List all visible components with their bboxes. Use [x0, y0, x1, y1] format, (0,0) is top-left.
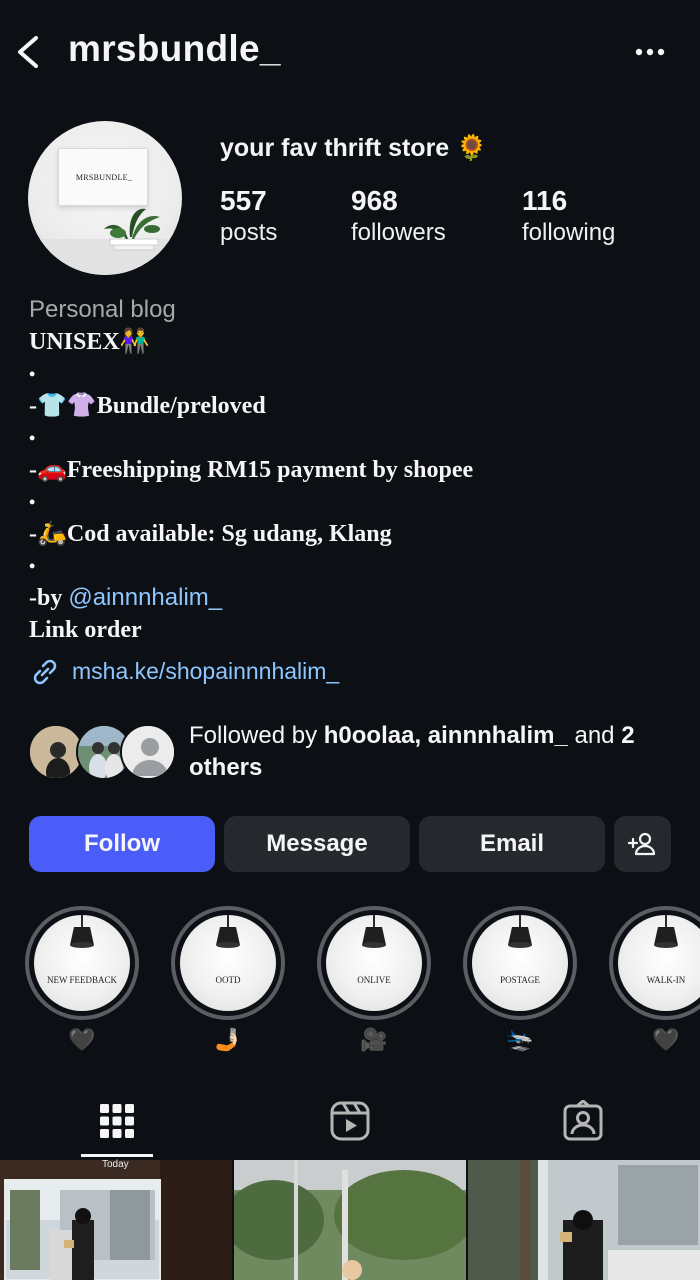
- highlight-title: 🤳🏻: [214, 1027, 242, 1052]
- tagged-icon: [563, 1100, 603, 1141]
- posts-count-label: posts: [220, 219, 278, 246]
- lamp-icon: [508, 915, 532, 948]
- followers-count-value: 968: [351, 185, 398, 216]
- profile-page: mrsbundle_ MRSBUNDLE_ your fav thrift st…: [0, 0, 700, 1280]
- bio-by-prefix: -by: [29, 585, 69, 611]
- followers-count-label: followers: [351, 219, 446, 246]
- bio-link-label: Link order: [29, 617, 142, 643]
- bio-line: •: [29, 364, 36, 384]
- bio-category: Personal blog: [29, 296, 176, 323]
- tab-reels[interactable]: [233, 1092, 466, 1156]
- avatar-sign: MRSBUNDLE_: [58, 148, 148, 206]
- tab-posts-grid[interactable]: [0, 1092, 233, 1156]
- highlight-ootd[interactable]: OOTD 🤳🏻: [171, 906, 285, 1054]
- highlight-ring: POSTAGE: [463, 906, 577, 1020]
- bio-line: -🛵Cod available: Sg udang, Klang: [29, 521, 392, 547]
- bio-line: •: [29, 428, 36, 448]
- followed-by-text[interactable]: Followed by h0oolaa, ainnnhalim_ and 2 o…: [189, 720, 679, 784]
- highlight-walk-in[interactable]: WALK-IN 🖤: [609, 906, 700, 1054]
- highlight-cover-text: ONLIVE: [357, 975, 391, 985]
- highlight-cover: WALK-IN: [618, 915, 700, 1011]
- highlight-ring: NEW FEEDBACK: [25, 906, 139, 1020]
- top-bar: mrsbundle_: [0, 0, 700, 104]
- followed-by-user: ainnnhalim_: [427, 722, 568, 749]
- avatar-sign-text: MRSBUNDLE_: [75, 173, 133, 182]
- following-count[interactable]: 116 following: [522, 184, 615, 248]
- highlight-cover-text: POSTAGE: [500, 975, 540, 985]
- follow-button[interactable]: Follow: [29, 816, 215, 872]
- post-thumbnail[interactable]: [0, 1160, 232, 1280]
- grid-icon: [100, 1104, 134, 1138]
- profile-display-name: your fav thrift store 🌻: [220, 134, 488, 162]
- followed-by-separator: ,: [414, 722, 428, 749]
- link-icon: [33, 659, 57, 685]
- add-user-icon: [627, 832, 656, 856]
- highlight-cover: OOTD: [180, 915, 276, 1011]
- highlight-new-feedback[interactable]: NEW FEEDBACK 🖤: [25, 906, 139, 1054]
- message-button[interactable]: Message: [224, 816, 410, 872]
- bio-line: •: [29, 492, 36, 512]
- profile-username: mrsbundle_: [68, 28, 281, 69]
- more-horizontal-icon[interactable]: [632, 42, 668, 62]
- following-count-value: 116: [522, 185, 568, 216]
- highlight-ring: WALK-IN: [609, 906, 700, 1020]
- followed-by-user: h0oolaa: [323, 722, 415, 749]
- highlight-cover: POSTAGE: [472, 915, 568, 1011]
- followed-by-prefix: Followed by: [189, 722, 324, 749]
- bio-line: -👕👚Bundle/preloved: [29, 393, 266, 419]
- chevron-left-icon[interactable]: [14, 34, 42, 70]
- bio-line: UNISEX👫: [29, 329, 150, 355]
- suggest-users-button[interactable]: [614, 816, 671, 872]
- highlight-title: 🎥: [360, 1027, 388, 1052]
- highlight-ring: ONLIVE: [317, 906, 431, 1020]
- highlight-postage[interactable]: POSTAGE 🛬: [463, 906, 577, 1054]
- active-tab-indicator: [81, 1154, 153, 1157]
- bio-line: •: [29, 556, 36, 576]
- highlight-cover-text: NEW FEEDBACK: [46, 975, 118, 985]
- following-count-label: following: [522, 219, 616, 246]
- lamp-icon: [70, 915, 94, 948]
- highlight-title: 🖤: [68, 1027, 96, 1052]
- post-thumbnail[interactable]: [468, 1160, 700, 1280]
- followers-count[interactable]: 968 followers: [351, 184, 446, 248]
- bio-by-line: -by @ainnnhalim_: [29, 582, 689, 614]
- bio: UNISEX👫 • -👕👚Bundle/preloved • -🚗Freeshi…: [29, 326, 689, 646]
- highlight-cover: ONLIVE: [326, 915, 422, 1011]
- highlight-cover-text: OOTD: [215, 975, 241, 985]
- post-thumbnail[interactable]: [234, 1160, 466, 1280]
- email-button[interactable]: Email: [419, 816, 605, 872]
- highlight-title: 🖤: [652, 1027, 680, 1052]
- highlight-title: 🛬: [506, 1027, 534, 1052]
- lamp-icon: [654, 915, 678, 948]
- highlight-onlive[interactable]: ONLIVE 🎥: [317, 906, 431, 1054]
- lamp-icon: [362, 915, 386, 948]
- story-date-label: Today: [102, 1159, 129, 1170]
- posts-count[interactable]: 557 posts: [220, 184, 277, 248]
- mutual-follower-avatar[interactable]: [120, 724, 176, 780]
- tab-tagged[interactable]: [466, 1092, 699, 1156]
- bio-link-url[interactable]: msha.ke/shopainnnhalim_: [72, 658, 339, 685]
- followed-by-and: and: [567, 722, 622, 749]
- bio-mention-link[interactable]: @ainnnhalim_: [68, 584, 222, 611]
- reels-icon: [330, 1101, 370, 1141]
- posts-count-value: 557: [220, 185, 267, 216]
- highlight-cover-text: WALK-IN: [646, 975, 686, 985]
- lamp-icon: [216, 915, 240, 948]
- highlight-cover: NEW FEEDBACK: [34, 915, 130, 1011]
- bio-line: -🚗Freeshipping RM15 payment by shopee: [29, 457, 474, 483]
- highlight-ring: OOTD: [171, 906, 285, 1020]
